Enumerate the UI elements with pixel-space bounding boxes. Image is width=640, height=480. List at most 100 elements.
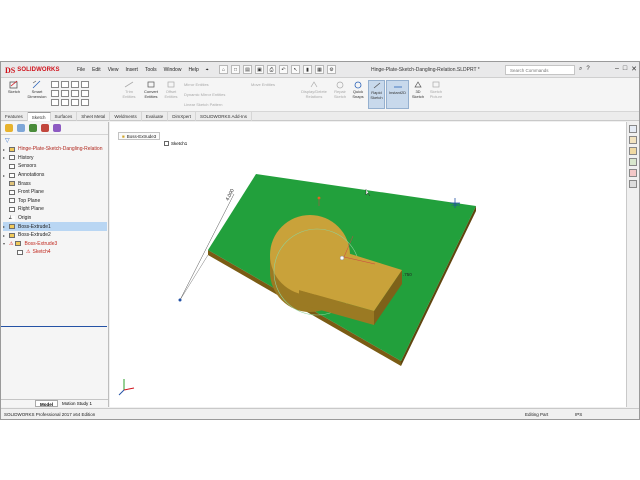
tree-item-sensors[interactable]: Sensors bbox=[3, 162, 107, 171]
undo-icon[interactable]: ↶ bbox=[279, 65, 288, 74]
options-icon[interactable]: ⚙ bbox=[327, 65, 336, 74]
appearances-icon[interactable] bbox=[629, 169, 637, 177]
convert-entities-button[interactable]: Convert Entities bbox=[141, 80, 161, 99]
tab-evaluate[interactable]: Evaluate bbox=[142, 112, 169, 121]
fillet-tool-icon[interactable] bbox=[51, 99, 59, 106]
graphics-area[interactable]: ■ Boss-Extrude3 Sketch1 4.000 .750 .250 bbox=[110, 122, 626, 407]
warning-icon: ⚠ bbox=[26, 249, 31, 256]
3d-sketch-button[interactable]: 3D Sketch bbox=[410, 80, 426, 99]
linear-pattern-item[interactable]: Linear Sketch Pattern bbox=[184, 102, 222, 107]
tab-sheet-metal[interactable]: Sheet Metal bbox=[77, 112, 111, 121]
quick-snaps-button[interactable]: Quick Snaps bbox=[349, 80, 367, 99]
view-triad[interactable] bbox=[118, 379, 135, 396]
spline-tool-icon[interactable] bbox=[71, 90, 79, 97]
select-icon[interactable]: ↖ bbox=[291, 65, 300, 74]
tab-dimxpert[interactable]: DimXpert bbox=[168, 112, 197, 121]
move-entities-item[interactable]: Move Entities bbox=[251, 82, 275, 87]
dimension-value-250[interactable]: .250 bbox=[451, 202, 460, 207]
custom-properties-icon[interactable] bbox=[629, 180, 637, 188]
tree-item-material[interactable]: Brass bbox=[3, 179, 107, 188]
tree-item-history[interactable]: ▸ History bbox=[3, 154, 107, 163]
view-palette-icon[interactable] bbox=[629, 158, 637, 166]
polygon-tool-icon[interactable] bbox=[61, 90, 69, 97]
status-units[interactable]: IPS bbox=[575, 412, 582, 417]
tab-weldments[interactable]: Weldments bbox=[110, 112, 142, 121]
close-icon[interactable]: ✕ bbox=[631, 65, 637, 73]
feature-manager-icon[interactable] bbox=[5, 124, 13, 132]
tab-features[interactable]: Features bbox=[1, 112, 28, 121]
tab-surfaces[interactable]: Surfaces bbox=[51, 112, 78, 121]
rollback-bar[interactable] bbox=[1, 326, 107, 327]
display-manager-icon[interactable] bbox=[53, 124, 61, 132]
rapid-sketch-button[interactable]: Rapid Sketch bbox=[368, 80, 385, 109]
smart-dimension-button[interactable]: Smart Dimension bbox=[25, 80, 49, 99]
tab-motion-study[interactable]: Motion Study 1 bbox=[58, 400, 96, 407]
offset-entities-button[interactable]: Offset Entities bbox=[162, 80, 180, 99]
new-document-icon[interactable]: □ bbox=[231, 65, 240, 74]
plane-tool-icon[interactable] bbox=[61, 99, 69, 106]
sketch-endpoint[interactable] bbox=[339, 255, 345, 261]
save-icon[interactable]: ▣ bbox=[255, 65, 264, 74]
text-tool-icon[interactable] bbox=[71, 99, 79, 106]
filter-icon[interactable]: ▽ bbox=[5, 137, 10, 144]
search-commands-input[interactable]: Search Commands bbox=[505, 65, 575, 75]
mirror-entities-item[interactable]: Mirror Entities bbox=[184, 82, 209, 87]
tree-item-front-plane[interactable]: Front Plane bbox=[3, 188, 107, 197]
dimxpert-manager-icon[interactable] bbox=[41, 124, 49, 132]
open-icon[interactable]: ▤ bbox=[243, 65, 252, 74]
tree-item-right-plane[interactable]: Right Plane bbox=[3, 205, 107, 214]
circle-tool-icon[interactable] bbox=[81, 81, 89, 88]
sketch-picture-button[interactable]: Sketch Picture bbox=[427, 80, 445, 99]
file-explorer-icon[interactable] bbox=[629, 147, 637, 155]
point-tool-icon[interactable] bbox=[81, 99, 89, 106]
menu-file[interactable]: File bbox=[77, 67, 85, 73]
solidworks-resources-icon[interactable] bbox=[629, 125, 637, 133]
arc-tool-icon[interactable] bbox=[51, 90, 59, 97]
tree-item-boss-extrude1[interactable]: ▸ Boss-Extrude1 bbox=[3, 222, 107, 231]
tree-item-top-plane[interactable]: Top Plane bbox=[3, 197, 107, 206]
sketch-point[interactable] bbox=[178, 298, 182, 302]
rebuild-icon[interactable]: ▮ bbox=[303, 65, 312, 74]
tree-item-origin[interactable]: ┵ Origin bbox=[3, 214, 107, 223]
pin-icon[interactable]: ⌖ bbox=[206, 67, 209, 73]
model-canvas[interactable] bbox=[110, 122, 626, 407]
minimize-icon[interactable]: – bbox=[615, 65, 619, 73]
menu-view[interactable]: View bbox=[108, 67, 119, 73]
tree-item-boss-extrude3[interactable]: ▾ ⚠ Boss-Extrude3 bbox=[3, 240, 107, 249]
design-library-icon[interactable] bbox=[629, 136, 637, 144]
slot-tool-icon[interactable] bbox=[71, 81, 79, 88]
tree-item-annotations[interactable]: ▸ Annotations bbox=[3, 171, 107, 180]
help-icon[interactable]: ? bbox=[586, 66, 589, 73]
tree-item-sketch[interactable]: ⚠ Sketch4 bbox=[3, 248, 107, 257]
configuration-manager-icon[interactable] bbox=[29, 124, 37, 132]
trim-entities-button[interactable]: Trim Entities bbox=[119, 80, 139, 99]
solidworks-logo[interactable]: DS SOLIDWORKS bbox=[5, 65, 60, 75]
restore-icon[interactable]: □ bbox=[623, 65, 627, 73]
home-icon[interactable]: ⌂ bbox=[219, 65, 228, 74]
tab-addins[interactable]: SOLIDWORKS Add-Ins bbox=[196, 112, 253, 121]
menu-tools[interactable]: Tools bbox=[145, 67, 157, 73]
menu-help[interactable]: Help bbox=[188, 67, 198, 73]
sketch-button[interactable]: Sketch bbox=[5, 80, 23, 95]
file-properties-icon[interactable]: ▦ bbox=[315, 65, 324, 74]
rectangle-tool-icon[interactable] bbox=[61, 81, 69, 88]
print-icon[interactable]: ⎙ bbox=[267, 65, 276, 74]
tab-model[interactable]: Model bbox=[35, 400, 58, 407]
display-delete-relations-button[interactable]: Display/Delete Relations bbox=[297, 80, 331, 99]
dimension-value-750[interactable]: .750 bbox=[403, 272, 412, 277]
tree-item-boss-extrude2[interactable]: ▸ Boss-Extrude2 bbox=[3, 231, 107, 240]
menu-edit[interactable]: Edit bbox=[92, 67, 101, 73]
menu-window[interactable]: Window bbox=[164, 67, 182, 73]
line-tool-icon[interactable] bbox=[51, 81, 59, 88]
tree-root[interactable]: ▸ Hinge-Plate-Sketch-Dangling-Relation bbox=[3, 145, 107, 154]
search-icon[interactable]: ⌕ bbox=[579, 66, 582, 73]
repair-icon bbox=[336, 81, 344, 89]
ellipse-tool-icon[interactable] bbox=[81, 90, 89, 97]
property-manager-icon[interactable] bbox=[17, 124, 25, 132]
repair-sketch-button[interactable]: Repair Sketch bbox=[331, 80, 349, 99]
dynamic-mirror-item[interactable]: Dynamic Mirror Entities bbox=[184, 92, 225, 97]
panel-tabs bbox=[1, 122, 108, 135]
instant2d-button[interactable]: Instant2D bbox=[386, 80, 409, 109]
tab-sketch[interactable]: Sketch bbox=[27, 112, 51, 121]
menu-insert[interactable]: Insert bbox=[125, 67, 138, 73]
